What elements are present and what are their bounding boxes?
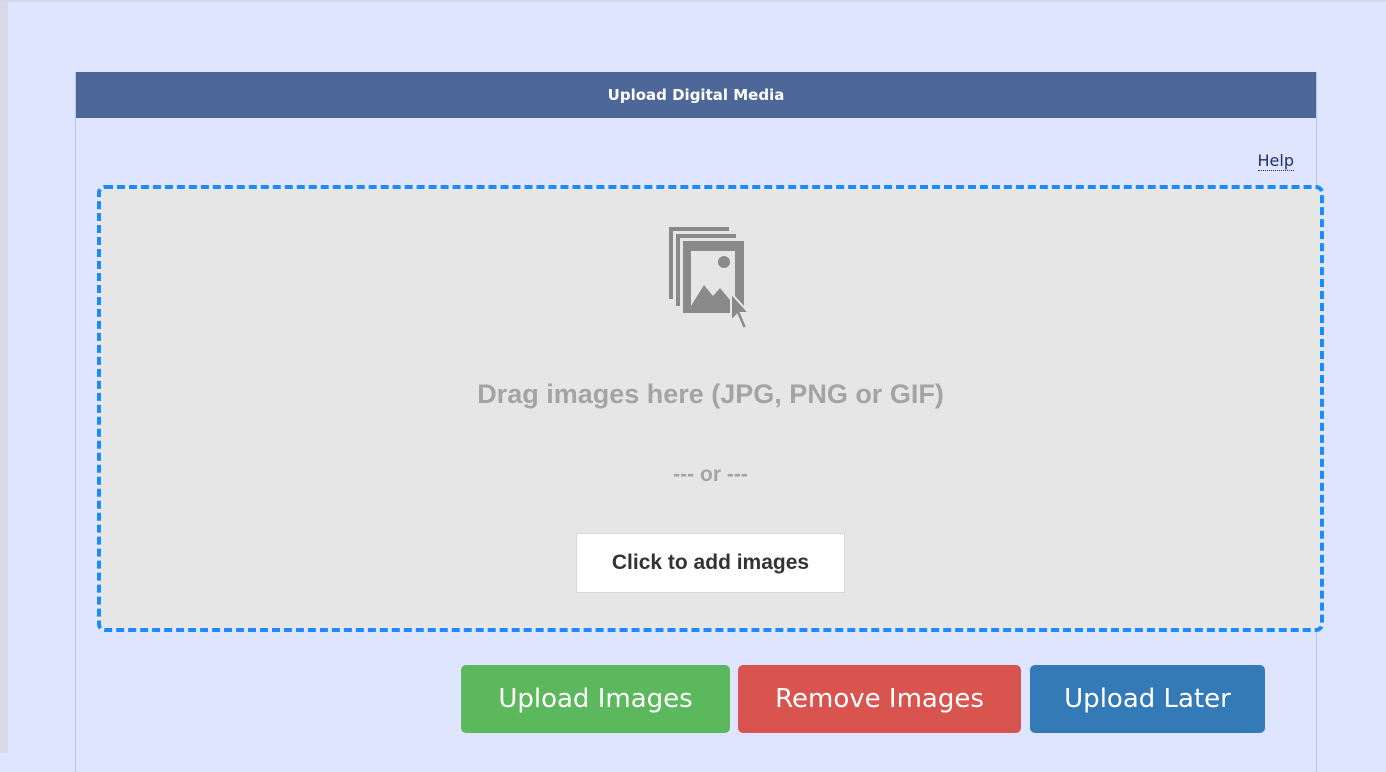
image-stack-cursor-icon [667, 225, 757, 335]
upload-later-button[interactable]: Upload Later [1030, 665, 1265, 733]
upload-images-button[interactable]: Upload Images [461, 665, 730, 733]
help-link[interactable]: Help [1257, 152, 1294, 171]
add-images-button[interactable]: Click to add images [576, 533, 845, 593]
dropzone-instruction: Drag images here (JPG, PNG or GIF) [477, 379, 944, 409]
panel-title: Upload Digital Media [76, 72, 1316, 118]
dropzone-separator: --- or --- [673, 463, 748, 486]
page-left-edge [0, 0, 8, 753]
remove-images-button[interactable]: Remove Images [738, 665, 1021, 733]
image-dropzone[interactable]: Drag images here (JPG, PNG or GIF) --- o… [97, 185, 1324, 632]
upload-panel: Upload Digital Media Help Drag images he… [75, 72, 1324, 772]
page-top-edge [0, 0, 1386, 2]
